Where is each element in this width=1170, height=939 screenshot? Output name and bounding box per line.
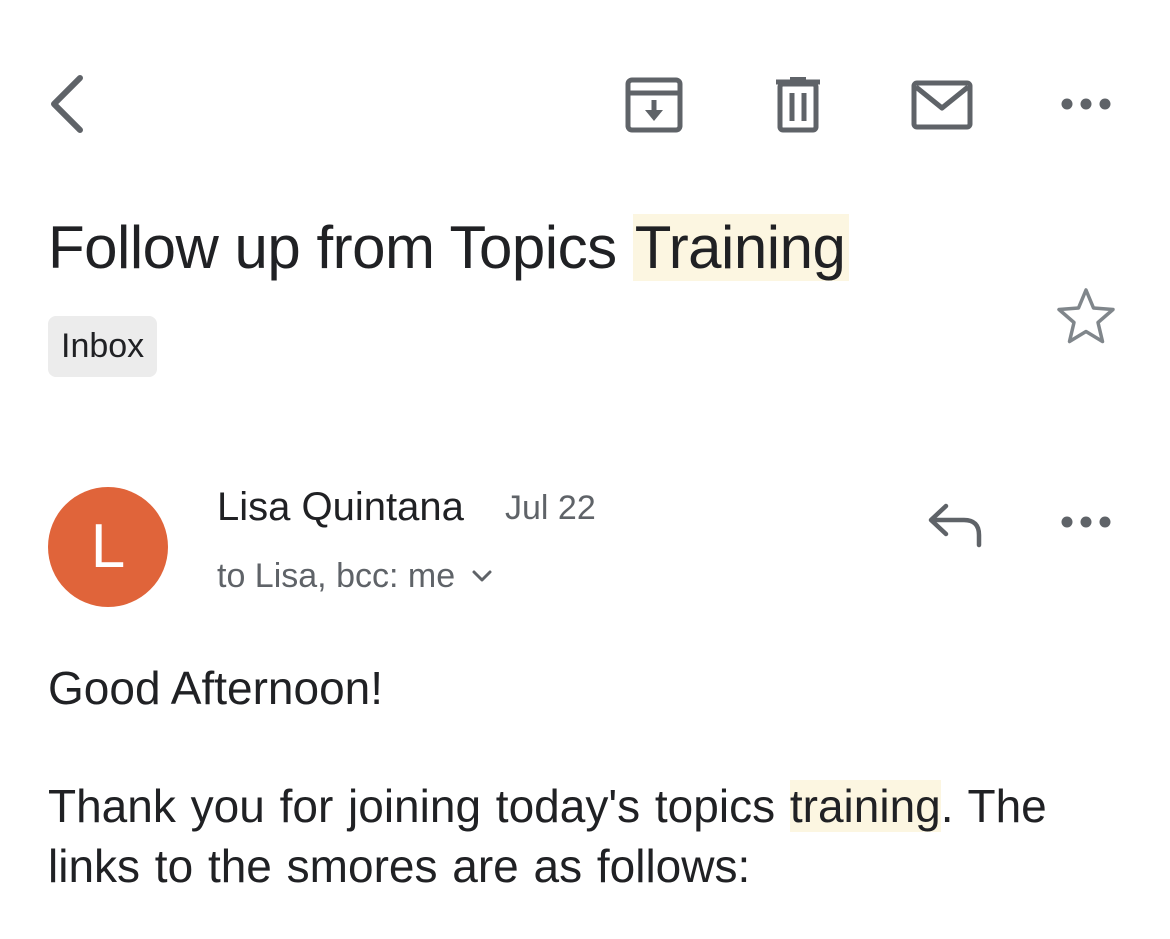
- recipients-toggle[interactable]: to Lisa, bcc: me: [217, 553, 493, 599]
- inbox-label-chip[interactable]: Inbox: [48, 316, 158, 377]
- sender-name: Lisa Quintana: [217, 485, 464, 529]
- sender-avatar[interactable]: L: [48, 487, 168, 607]
- message-date: Jul 22: [505, 489, 596, 527]
- email-subject: Follow up from Topics Training: [48, 206, 850, 290]
- delete-button[interactable]: [760, 70, 836, 140]
- archive-icon: [625, 77, 683, 133]
- mark-unread-button[interactable]: [900, 70, 984, 140]
- more-horizontal-icon: [1061, 98, 1111, 110]
- reply-icon: [928, 503, 982, 548]
- star-icon: [1057, 288, 1115, 344]
- reply-button[interactable]: [920, 494, 990, 554]
- star-button[interactable]: [1050, 280, 1122, 352]
- more-options-button[interactable]: [1048, 80, 1124, 128]
- subject-search-highlight: Training: [632, 214, 850, 281]
- chevron-down-icon: [471, 569, 493, 583]
- top-toolbar: [0, 0, 1170, 170]
- body-text: Thank you for joining today's topics: [48, 780, 790, 832]
- email-detail-screen: Follow up from Topics Training Inbox L L…: [0, 0, 1170, 939]
- chevron-left-icon: [51, 75, 83, 133]
- body-greeting: Good Afternoon!: [48, 662, 384, 714]
- recipients-text: to Lisa, bcc: me: [217, 557, 456, 595]
- mail-icon: [911, 80, 973, 130]
- message-more-button[interactable]: [1048, 500, 1124, 544]
- body-paragraph: Thank you for joining today's topics tra…: [48, 776, 1118, 896]
- back-button[interactable]: [34, 66, 98, 142]
- more-horizontal-icon: [1061, 516, 1111, 528]
- archive-button[interactable]: [614, 70, 694, 140]
- subject-text: Follow up from Topics: [48, 214, 633, 281]
- trash-icon: [776, 77, 820, 133]
- body-search-highlight: training: [789, 780, 941, 832]
